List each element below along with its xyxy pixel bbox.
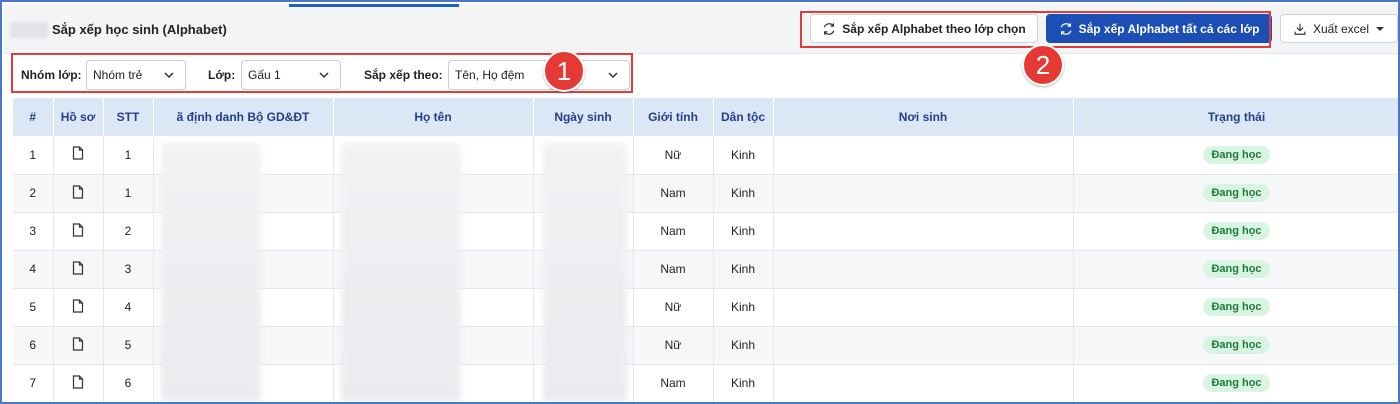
status-badge: Đang học bbox=[1203, 222, 1270, 240]
column-header[interactable]: Hồ sơ bbox=[53, 98, 104, 136]
stt-cell: 1 bbox=[103, 174, 154, 213]
status-cell: Đang học bbox=[1073, 250, 1398, 289]
column-header[interactable]: Nơi sinh bbox=[773, 98, 1074, 136]
ethnicity-cell: Kinh bbox=[713, 174, 774, 213]
gender-cell: Nam bbox=[633, 364, 714, 402]
profile-cell[interactable] bbox=[53, 136, 104, 175]
stt-cell: 6 bbox=[103, 364, 154, 402]
page-title: Sắp xếp học sinh (Alphabet) bbox=[52, 22, 227, 37]
gender-cell: Nam bbox=[633, 250, 714, 289]
column-header[interactable]: Giới tính bbox=[633, 98, 714, 136]
gender-cell: Nữ bbox=[633, 326, 714, 365]
status-cell: Đang học bbox=[1073, 288, 1398, 327]
file-icon[interactable] bbox=[72, 374, 84, 392]
birthplace-cell bbox=[773, 174, 1074, 213]
ethnicity-cell: Kinh bbox=[713, 288, 774, 327]
profile-cell[interactable] bbox=[53, 326, 104, 365]
status-badge: Đang học bbox=[1203, 336, 1270, 354]
ethnicity-cell: Kinh bbox=[713, 364, 774, 402]
export-excel-button[interactable]: Xuất excel bbox=[1280, 14, 1398, 43]
row-index: 5 bbox=[13, 288, 54, 327]
column-header[interactable]: Ngày sinh bbox=[533, 98, 634, 136]
column-header[interactable]: Dân tộc bbox=[713, 98, 774, 136]
stt-cell: 2 bbox=[103, 212, 154, 251]
status-badge: Đang học bbox=[1203, 374, 1270, 392]
blurred-id-column bbox=[161, 143, 261, 401]
active-tab-indicator bbox=[289, 4, 459, 7]
row-index: 2 bbox=[13, 174, 54, 213]
status-badge: Đang học bbox=[1203, 260, 1270, 278]
stt-cell: 4 bbox=[103, 288, 154, 327]
status-cell: Đang học bbox=[1073, 212, 1398, 251]
profile-cell[interactable] bbox=[53, 212, 104, 251]
export-excel-label: Xuất excel bbox=[1312, 21, 1370, 36]
file-icon[interactable] bbox=[72, 260, 84, 278]
row-index: 6 bbox=[13, 326, 54, 365]
highlight-filters bbox=[11, 53, 633, 93]
status-cell: Đang học bbox=[1073, 136, 1398, 175]
status-cell: Đang học bbox=[1073, 364, 1398, 402]
birthplace-cell bbox=[773, 288, 1074, 327]
birthplace-cell bbox=[773, 364, 1074, 402]
stt-cell: 1 bbox=[103, 136, 154, 175]
column-header[interactable]: # bbox=[13, 98, 54, 136]
profile-cell[interactable] bbox=[53, 288, 104, 327]
column-header[interactable]: STT bbox=[103, 98, 154, 136]
file-icon[interactable] bbox=[72, 184, 84, 202]
status-badge: Đang học bbox=[1203, 184, 1270, 202]
file-icon[interactable] bbox=[72, 222, 84, 240]
birthplace-cell bbox=[773, 250, 1074, 289]
profile-cell[interactable] bbox=[53, 250, 104, 289]
blurred-name-column bbox=[341, 143, 461, 401]
stt-cell: 5 bbox=[103, 326, 154, 365]
ethnicity-cell: Kinh bbox=[713, 136, 774, 175]
annotation-badge-1: 1 bbox=[543, 50, 585, 92]
file-icon[interactable] bbox=[72, 336, 84, 354]
gender-cell: Nam bbox=[633, 174, 714, 213]
ethnicity-cell: Kinh bbox=[713, 212, 774, 251]
column-header[interactable]: Trạng thái bbox=[1073, 98, 1398, 136]
birthplace-cell bbox=[773, 212, 1074, 251]
student-table: # Hồ sơ STT ã định danh Bộ GD&ĐT Họ tên Ngày … bbox=[13, 98, 1398, 402]
gender-cell: Nữ bbox=[633, 288, 714, 327]
ethnicity-cell: Kinh bbox=[713, 326, 774, 365]
row-index: 1 bbox=[13, 136, 54, 175]
gender-cell: Nam bbox=[633, 212, 714, 251]
download-icon bbox=[1294, 23, 1306, 35]
file-icon[interactable] bbox=[72, 298, 84, 316]
profile-cell[interactable] bbox=[53, 174, 104, 213]
row-index: 7 bbox=[13, 364, 54, 402]
row-index: 4 bbox=[13, 250, 54, 289]
stt-cell: 3 bbox=[103, 250, 154, 289]
row-index: 3 bbox=[13, 212, 54, 251]
column-header[interactable]: Họ tên bbox=[333, 98, 534, 136]
caret-down-icon bbox=[1376, 26, 1385, 31]
file-icon[interactable] bbox=[72, 146, 84, 163]
table-header-row: # Hồ sơ STT ã định danh Bộ GD&ĐT Họ tên Ngày … bbox=[13, 98, 1398, 136]
birthplace-cell bbox=[773, 136, 1074, 175]
profile-cell[interactable] bbox=[53, 364, 104, 402]
annotation-badge-2: 2 bbox=[1022, 44, 1064, 86]
status-badge: Đang học bbox=[1203, 145, 1270, 164]
column-header[interactable]: ã định danh Bộ GD&ĐT bbox=[153, 98, 334, 136]
status-cell: Đang học bbox=[1073, 174, 1398, 213]
blurred-logo bbox=[10, 22, 48, 38]
gender-cell: Nữ bbox=[633, 136, 714, 175]
status-badge: Đang học bbox=[1203, 298, 1270, 316]
highlight-sort-buttons bbox=[800, 11, 1271, 48]
status-cell: Đang học bbox=[1073, 326, 1398, 365]
blurred-birthdate-column bbox=[543, 143, 627, 401]
ethnicity-cell: Kinh bbox=[713, 250, 774, 289]
birthplace-cell bbox=[773, 326, 1074, 365]
app-window: Sắp xếp học sinh (Alphabet) Sắp xếp Alph… bbox=[0, 0, 1400, 404]
